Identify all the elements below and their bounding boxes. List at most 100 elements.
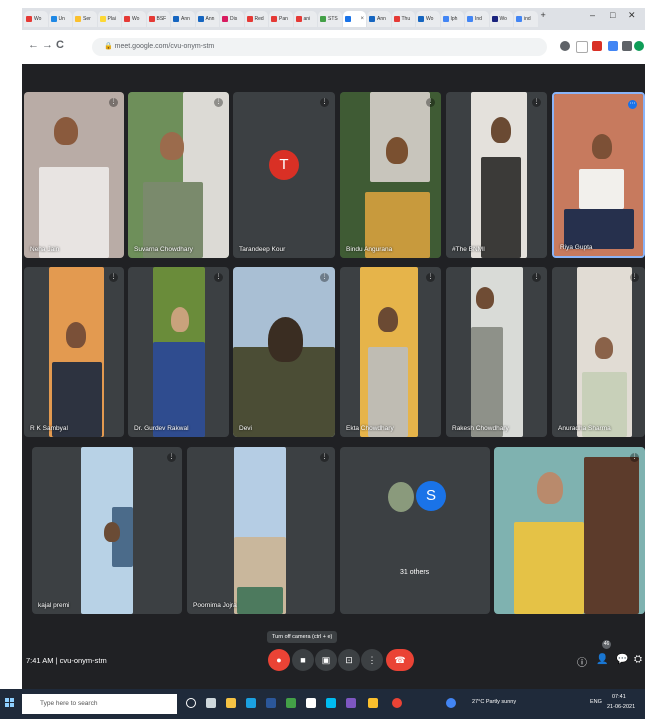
profile-avatar[interactable] [634,41,644,51]
activities-icon[interactable]: ⛭ [634,654,642,665]
end-call-button[interactable]: ☎ [386,649,414,671]
browser-tab[interactable]: Wo [489,11,513,27]
task-view-icon[interactable] [206,698,216,708]
participant-tile[interactable]: ⋮ #The BNMI [446,92,547,258]
browser-tab[interactable]: Pan [269,11,293,27]
taskbar-search-input[interactable]: Type here to search [22,694,177,714]
browser-tab[interactable]: Wo [24,11,48,27]
participant-tile[interactable]: ⋮ [494,447,645,614]
minimize-icon[interactable]: – [590,10,595,20]
extension-icon[interactable] [608,41,618,51]
separator: | [55,656,58,665]
meeting-details: 7:41 AM | cvu-onym-stm [26,656,107,665]
store-icon[interactable] [266,698,276,708]
browser-tab[interactable]: Ann [367,11,391,27]
app-icon[interactable] [306,698,316,708]
cortana-icon[interactable] [186,698,196,708]
tab-title: Pan [279,16,288,22]
tab-favicon-icon [418,16,424,22]
app-icon[interactable] [286,698,296,708]
mic-toggle-button[interactable]: ● [268,649,290,671]
file-explorer-icon[interactable] [226,698,236,708]
extension-icon[interactable] [592,41,602,51]
participant-name: kajal premi [38,602,70,609]
browser-tab[interactable]: Ann [171,11,195,27]
participant-tile[interactable]: ⋯ Riya Gupta [552,92,645,258]
browser-tab[interactable]: Iph [440,11,464,27]
reload-icon[interactable]: C [56,39,64,51]
browser-tab[interactable]: Thu [391,11,415,27]
participant-tile[interactable]: ⋮ Suvarna Chowdhary [128,92,229,258]
others-count: 31 others [400,569,430,576]
close-tab-icon[interactable]: × [360,16,364,22]
close-window-icon[interactable]: ✕ [628,10,636,21]
back-icon[interactable]: ← [28,39,39,51]
browser-tab[interactable]: Red [244,11,268,27]
participant-tile[interactable]: T ⋮ Tarandeep Kour [233,92,335,258]
tab-favicon-icon [344,16,351,22]
star-icon[interactable] [576,41,588,53]
browser-tab[interactable]: Un [48,11,72,27]
url-input[interactable]: 🔒 meet.google.com/cvu-onym-stm [92,38,547,56]
more-options-button[interactable]: ⋮ [361,649,383,671]
participant-tile[interactable]: ⋮ Devi [233,267,335,437]
participant-avatar: S [416,481,446,511]
browser-tab[interactable]: BSF [146,11,170,27]
info-icon[interactable]: ⓘ [577,654,587,669]
participant-tile[interactable]: ⋮ Ekta Chowdhary [340,267,441,437]
weather-widget[interactable]: 27°C Partly sunny [472,699,516,705]
edge-icon[interactable] [246,698,256,708]
mic-off-icon: ⋮ [630,273,639,282]
browser-tab[interactable]: Ann [195,11,219,27]
maximize-icon[interactable]: □ [610,10,615,20]
browser-tab[interactable]: Wo [122,11,146,27]
participant-tile[interactable]: ⋮ R K Sambyal [24,267,124,437]
key-icon[interactable] [560,41,570,51]
windows-start-icon[interactable] [5,698,15,708]
lock-icon: 🔒 [104,43,113,50]
mic-off-icon: ⋮ [214,273,223,282]
browser-tab[interactable]: Dis [220,11,244,27]
language-indicator[interactable]: ENG [590,699,602,705]
participant-tile[interactable]: ⋮ Bindu Angurana [340,92,441,258]
participant-tile[interactable]: ⋮ Anuradha Sharma [552,267,645,437]
tab-favicon-icon [124,16,130,22]
tab-title: Plai [107,16,116,22]
browser-tab[interactable]: ind [514,11,538,27]
present-button[interactable]: ⊡ [338,649,360,671]
browser-tab[interactable]: Plai [97,11,121,27]
chat-icon[interactable]: 💬 [616,654,628,665]
mic-off-icon: ⋮ [426,273,435,282]
participant-tile[interactable]: ⋮ Rakesh Chowdhary [446,267,547,437]
new-tab-button[interactable]: + [541,10,546,20]
browser-tab[interactable]: Ser [73,11,97,27]
app-icon[interactable] [326,698,336,708]
taskbar-clock-time[interactable]: 07:41 [612,694,626,700]
app-icon[interactable] [446,698,456,708]
forward-icon[interactable]: → [42,39,53,51]
app-icon[interactable] [368,698,378,708]
windows-taskbar: Type here to search 27°C Partly sunny EN… [0,689,645,719]
captions-icon: ▣ [321,655,331,665]
browser-tab[interactable]: Wo [416,11,440,27]
browser-tab[interactable]: × [342,11,366,27]
participant-tile[interactable]: ⋮ Dr. Gurdev Rakwal [128,267,229,437]
taskbar-clock-date[interactable]: 21-06-2021 [607,704,635,710]
browser-tab[interactable]: ani [293,11,317,27]
browser-tab[interactable]: Ind [465,11,489,27]
meeting-code: cvu-onym-stm [59,656,107,665]
participant-tile[interactable]: ⋮ kajal premi [32,447,182,614]
app-icon[interactable] [346,698,356,708]
tab-favicon-icon [295,16,302,22]
participant-name: Poornima Jojra [193,602,237,609]
browser-tab[interactable]: STS [318,11,342,27]
people-icon[interactable]: 👤 [596,654,608,665]
camera-toggle-button[interactable]: ■ [292,649,314,671]
mic-off-icon: ⋮ [426,98,435,107]
others-tile[interactable]: S 31 others [340,447,490,614]
participant-tile[interactable]: ⋮ Poornima Jojra [187,447,335,614]
captions-button[interactable]: ▣ [315,649,337,671]
participant-tile[interactable]: ⋮ Neha Jain [24,92,124,258]
puzzle-icon[interactable] [622,41,632,51]
chrome-icon[interactable] [392,698,402,708]
